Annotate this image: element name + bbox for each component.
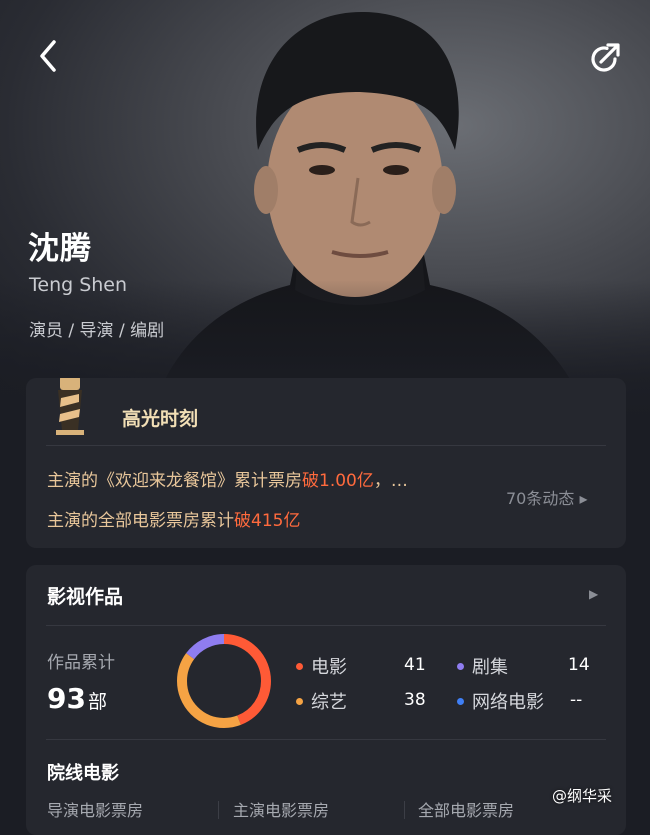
- back-button[interactable]: [34, 38, 64, 74]
- highlight-text: 主演的《欢迎来龙餐馆》累计票房: [47, 471, 302, 491]
- highlight-line-2[interactable]: 主演的全部电影票房累计破415亿: [47, 506, 300, 531]
- divider: [46, 739, 606, 740]
- legend-variety[interactable]: 综艺: [296, 688, 347, 714]
- all-box-office-label: 全部电影票房: [418, 801, 515, 820]
- lead-box-office-label: 主演电影票房: [233, 801, 330, 820]
- total-works-value: 93 部: [47, 682, 107, 715]
- works-title: 影视作品: [47, 586, 124, 608]
- actor-english-name: Teng Shen: [29, 274, 128, 296]
- watermark: @纲华采: [552, 787, 613, 805]
- highlights-title: 高光时刻: [122, 408, 199, 430]
- legend-dot: [296, 662, 303, 670]
- legend-label: 电影: [311, 657, 347, 678]
- works-card: 影视作品 ▶ 作品累计 93 部 电影 41 综艺 38 剧集 14 网络电影 -…: [26, 565, 626, 835]
- legend-movie[interactable]: 电影: [296, 653, 347, 679]
- total-works-number: 93: [47, 682, 86, 715]
- divider: [46, 445, 606, 446]
- share-icon: [591, 43, 620, 72]
- legend-dot: [457, 697, 464, 705]
- legend-value: 14: [568, 655, 590, 675]
- legend-label: 网络电影: [472, 692, 544, 713]
- legend-series[interactable]: 剧集: [457, 653, 508, 679]
- lighthouse-icon: [56, 378, 84, 435]
- cinema-movies-title: 院线电影: [47, 763, 119, 784]
- legend-web-movie[interactable]: 网络电影: [457, 688, 544, 714]
- legend-value: 41: [404, 655, 426, 675]
- highlight-value: 破1.00亿: [302, 471, 374, 491]
- works-donut-chart: [177, 634, 271, 728]
- legend-dot: [296, 697, 303, 705]
- legend-value: 38: [404, 690, 426, 710]
- divider: [404, 801, 405, 819]
- legend-dot: [457, 662, 464, 670]
- triangle-right-icon[interactable]: ▶: [589, 587, 598, 601]
- actor-name: 沈腾: [28, 231, 92, 267]
- legend-label: 综艺: [311, 692, 347, 713]
- legend-value: --: [570, 690, 583, 710]
- total-works-label: 作品累计: [47, 653, 115, 673]
- chevron-left-icon: [40, 40, 56, 72]
- highlight-line-1[interactable]: 主演的《欢迎来龙餐馆》累计票房破1.00亿，…: [47, 466, 408, 491]
- legend-label: 剧集: [472, 657, 508, 678]
- actor-roles: 演员 / 导演 / 编剧: [29, 321, 165, 341]
- highlight-text: ，…: [373, 471, 408, 491]
- share-button[interactable]: [585, 40, 623, 78]
- highlight-text: 主演的全部电影票房累计: [47, 511, 234, 531]
- total-works-unit: 部: [87, 691, 107, 713]
- highlight-value: 破415亿: [234, 511, 301, 531]
- more-updates-link[interactable]: 70条动态 ▸: [506, 485, 587, 509]
- divider: [46, 625, 606, 626]
- hero-banner: [0, 0, 650, 420]
- divider: [218, 801, 219, 819]
- director-box-office-label: 导演电影票房: [47, 801, 144, 820]
- highlights-card[interactable]: 高光时刻 主演的《欢迎来龙餐馆》累计票房破1.00亿，… 主演的全部电影票房累计…: [26, 378, 626, 548]
